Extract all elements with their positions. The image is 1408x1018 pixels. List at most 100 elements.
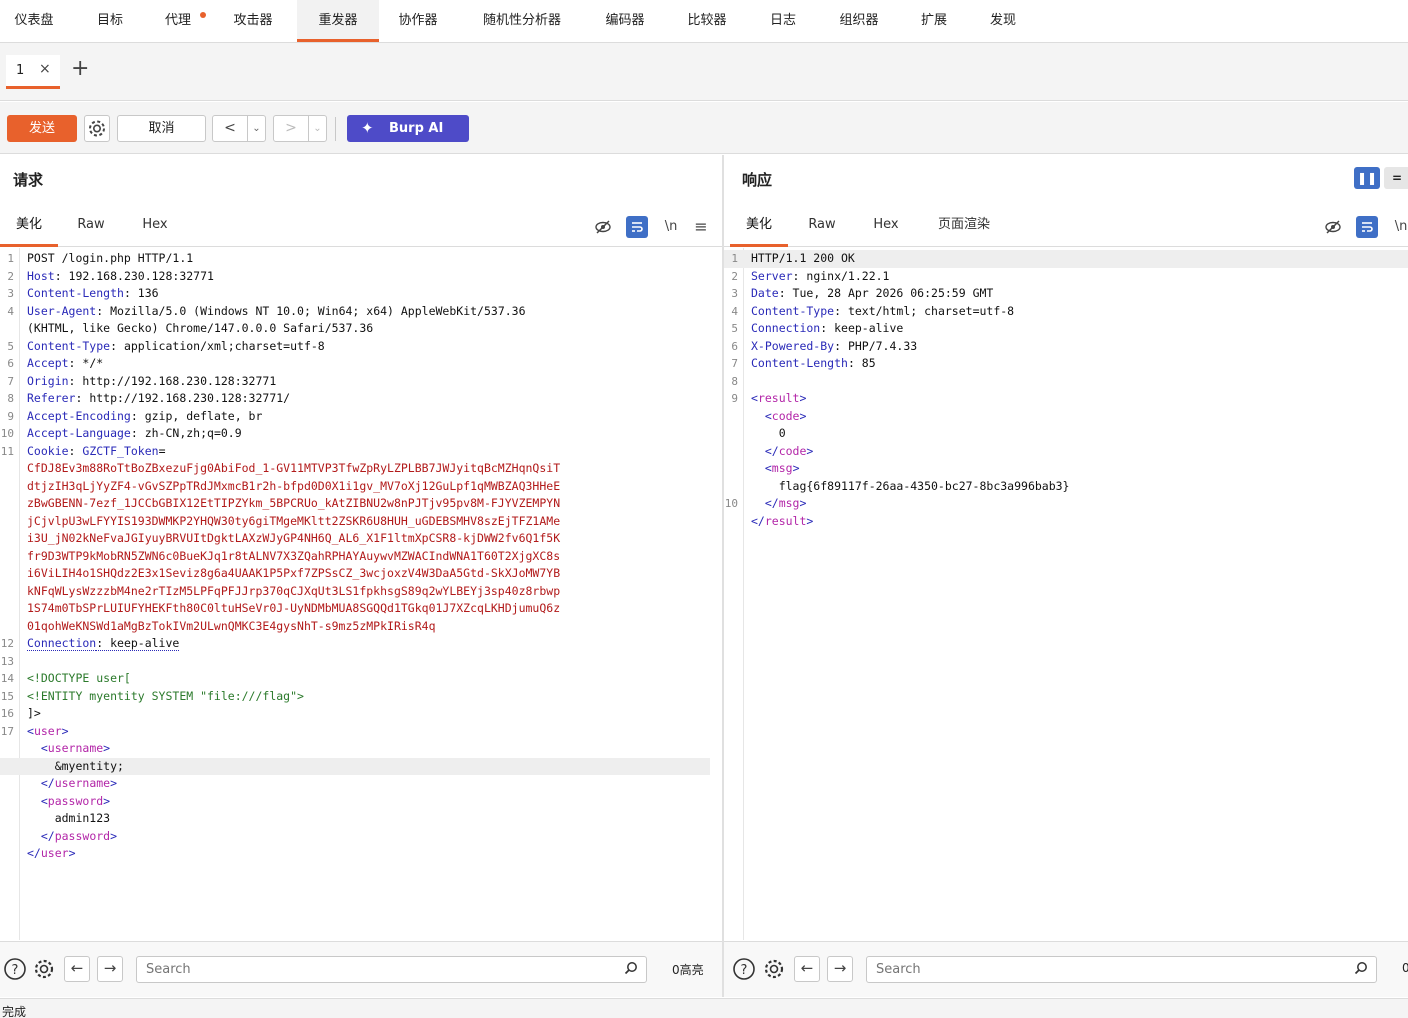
nav-tab-discover[interactable]: 发现 <box>976 0 1030 42</box>
eye-slash-icon[interactable] <box>592 216 614 238</box>
code-token: </ <box>27 846 41 860</box>
code-line: 2 Host: 192.168.230.128:32771 <box>0 268 710 286</box>
search-icon[interactable] <box>624 961 638 979</box>
nav-tab-logger[interactable]: 日志 <box>756 0 810 42</box>
code-token: 01qohWeKNSWd1aMgBzTokIVm2ULwnQMKC3E4gysN… <box>27 618 436 633</box>
code-token: > <box>103 741 111 755</box>
tab-raw[interactable]: Raw <box>66 207 116 247</box>
response-viewer[interactable]: 1 HTTP/1.1 200 OK 2 Server: nginx/1.22.1 3 Da… <box>724 248 1408 940</box>
newline-icon[interactable]: \n <box>1390 216 1408 238</box>
code-token: : text/html; charset=utf-8 <box>834 303 1015 318</box>
code-token: code <box>771 408 800 423</box>
code-token: </ <box>27 776 55 790</box>
code-token: : keep-alive <box>820 321 904 335</box>
line-number: 8 <box>7 392 14 405</box>
code-token: zBwGBENN-7ezf_1JCCbGBIX12EtTIPZYkm_5BPCR… <box>27 496 561 510</box>
nav-tab-intruder[interactable]: 攻击器 <box>220 0 286 42</box>
code-token: > <box>799 496 807 510</box>
repeater-tab-label: 1 <box>16 63 25 78</box>
search-settings-gear-icon[interactable] <box>761 956 787 982</box>
code-token: : gzip, deflate, br <box>130 408 263 423</box>
code-text: jCjvlpU3wLFYYIS193DWMKP2YHQW30ty6giTMgeM… <box>27 513 560 531</box>
repeater-toolbar: 发送 取消 < ⌄ > ⌄ ✦ Burp AI <box>0 102 1408 154</box>
repeater-tab-1[interactable]: 1 × <box>6 55 60 89</box>
line-number: 7 <box>731 357 738 370</box>
nav-tab-repeater[interactable]: 重发器 <box>297 0 379 42</box>
status-bar: 完成 <box>0 998 1408 1018</box>
nav-tab-organizer[interactable]: 组织器 <box>826 0 892 42</box>
request-search-input[interactable] <box>137 957 596 982</box>
nav-tab-dashboard[interactable]: 仪表盘 <box>0 0 68 42</box>
code-text: fr9D3WTP9kMobRN5ZWN6c0BueKJq1r8tALNV7X3Z… <box>27 548 560 566</box>
code-text: Referer: http://192.168.230.128:32771/ <box>27 390 290 408</box>
search-icon[interactable] <box>1354 961 1368 979</box>
code-line: 01qohWeKNSWd1aMgBzTokIVm2ULwnQMKC3E4gysN… <box>0 618 710 636</box>
help-icon[interactable]: ? <box>731 956 757 982</box>
help-icon[interactable]: ? <box>2 956 28 982</box>
tab-hex[interactable]: Hex <box>130 207 180 247</box>
add-tab-icon[interactable]: + <box>71 58 89 80</box>
code-token: fr9D3WTP9kMobRN5ZWN6c0BueKJq1r8tALNV7X3Z… <box>27 548 561 563</box>
tab-hex[interactable]: Hex <box>861 207 911 247</box>
next-match-button[interactable]: → <box>827 956 853 982</box>
code-text: 0 <box>751 425 786 443</box>
code-line: flag{6f89117f-26aa-4350-bc27-8bc3a996bab… <box>724 478 1408 496</box>
code-token: jCjvlpU3wLFYYIS193DWMKP2YHQW30ty6giTMgeM… <box>27 513 561 528</box>
highlight-count: 0高亮 <box>672 963 704 977</box>
code-token: 1S74m0TbSPrLUIUFYHEKFth80C0ltuHSeVr0J-Uy… <box>27 601 561 615</box>
menu-icon[interactable]: ≡ <box>690 216 712 238</box>
code-line: </password> <box>0 828 710 846</box>
send-button[interactable]: 发送 <box>7 115 77 142</box>
eye-slash-icon[interactable] <box>1322 216 1344 238</box>
code-token: : 85 <box>847 356 876 370</box>
split-vertical-icon[interactable]: ❚❚ <box>1354 167 1380 189</box>
request-editor[interactable]: 1 POST /login.php HTTP/1.1 2 Host: 192.168.… <box>0 248 722 940</box>
back-history-dropdown[interactable]: ⌄ <box>247 116 265 141</box>
code-line: dtjzIH3qLjYyZF4-vGvSZPpTRdJMxmcB1r2h-bfp… <box>0 478 710 496</box>
line-number: 2 <box>7 269 14 283</box>
code-token: < <box>751 408 772 423</box>
code-text: Server: nginx/1.22.1 <box>751 268 889 286</box>
nav-tab-comparer[interactable]: 比较器 <box>674 0 740 42</box>
newline-icon[interactable]: \n <box>660 216 682 238</box>
gear-icon <box>89 120 105 137</box>
code-token: HTTP/1.1 200 OK <box>751 251 855 265</box>
nav-tab-target[interactable]: 目标 <box>82 0 138 42</box>
settings-button[interactable] <box>84 115 110 142</box>
line-number: 10 <box>724 497 738 510</box>
nav-tab-collaborator[interactable]: 协作器 <box>385 0 451 42</box>
response-search-input[interactable] <box>867 957 1326 982</box>
nav-tab-extensions[interactable]: 扩展 <box>907 0 961 42</box>
tab-raw[interactable]: Raw <box>797 207 847 247</box>
code-line: fr9D3WTP9kMobRN5ZWN6c0BueKJq1r8tALNV7X3Z… <box>0 548 710 566</box>
code-token: Content-Length <box>27 286 124 300</box>
burp-ai-button[interactable]: ✦ Burp AI <box>347 115 469 142</box>
previous-match-button[interactable]: ← <box>64 956 90 982</box>
close-icon[interactable]: × <box>39 61 51 77</box>
wrap-icon[interactable] <box>1356 216 1378 238</box>
code-text: (KHTML, like Gecko) Chrome/147.0.0.0 Saf… <box>27 320 373 338</box>
next-match-button[interactable]: → <box>97 956 123 982</box>
code-token: Content-Type <box>751 303 835 318</box>
code-line: (KHTML, like Gecko) Chrome/147.0.0.0 Saf… <box>0 320 710 338</box>
forward-history-dropdown[interactable]: ⌄ <box>308 116 326 141</box>
cancel-button[interactable]: 取消 <box>117 115 206 142</box>
nav-tab-proxy[interactable]: 代理 <box>150 0 206 42</box>
nav-tab-sequencer[interactable]: 随机性分析器 <box>468 0 576 42</box>
nav-tab-decoder[interactable]: 编码器 <box>592 0 658 42</box>
previous-match-button[interactable]: ← <box>794 956 820 982</box>
tab-pretty[interactable]: 美化 <box>730 207 788 247</box>
back-button[interactable]: < <box>213 116 247 141</box>
search-settings-gear-icon[interactable] <box>31 956 57 982</box>
code-token: > <box>103 793 111 808</box>
tab-render[interactable]: 页面渲染 <box>929 207 999 247</box>
code-token: = <box>158 443 166 458</box>
burp-ai-label: Burp AI <box>389 121 444 136</box>
code-text: zBwGBENN-7ezf_1JCCbGBIX12EtTIPZYkm_5BPCR… <box>27 495 560 513</box>
wrap-icon[interactable] <box>626 216 648 238</box>
split-horizontal-icon[interactable]: = <box>1384 167 1408 189</box>
code-token: < <box>27 793 48 808</box>
code-token: POST /login.php HTTP/1.1 <box>27 251 194 265</box>
tab-pretty[interactable]: 美化 <box>0 207 58 247</box>
forward-button[interactable]: > <box>274 116 308 141</box>
